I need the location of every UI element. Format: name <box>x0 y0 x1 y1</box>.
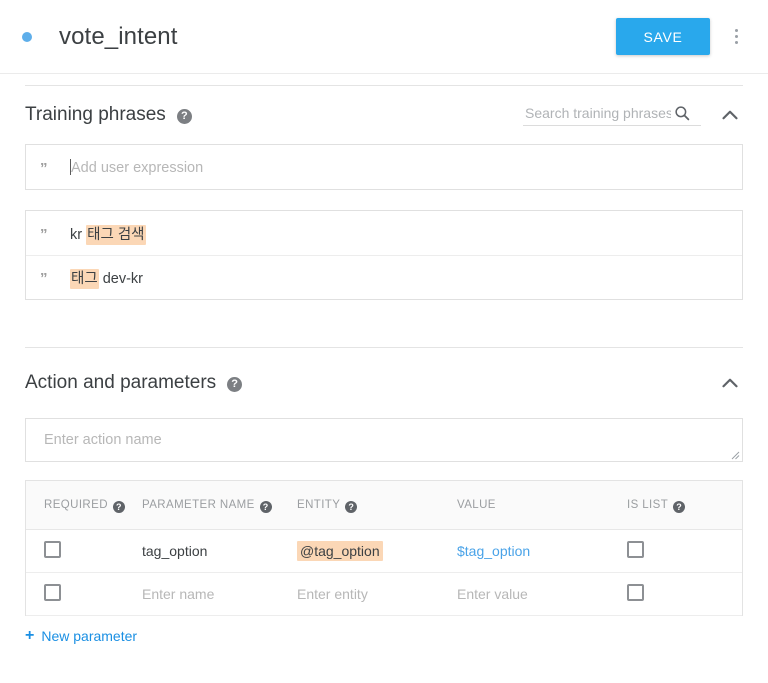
add-expression-placeholder: Add user expression <box>70 158 204 176</box>
help-icon[interactable]: ? <box>345 501 358 513</box>
help-icon[interactable]: ? <box>227 376 243 392</box>
column-header-parameter-name: PARAMETER NAME? <box>124 481 279 530</box>
status-dot <box>22 31 32 42</box>
intent-header: vote_intent SAVE <box>0 0 768 74</box>
cell-is-list <box>609 529 742 573</box>
column-header-value: VALUE <box>439 481 609 530</box>
kebab-dot <box>734 35 738 38</box>
column-header-entity: ENTITY? <box>279 481 439 530</box>
parameter-name-placeholder: Enter name <box>142 586 215 602</box>
phrase-part-highlighted[interactable]: 태그 검색 <box>86 224 146 245</box>
parameter-name-text: tag_option <box>142 543 208 559</box>
cell-value[interactable]: Enter value <box>439 572 609 616</box>
more-options-icon[interactable] <box>722 20 750 54</box>
cell-required <box>26 529 124 573</box>
collapse-action-parameters-icon[interactable] <box>717 370 743 396</box>
column-label: PARAMETER NAME <box>142 499 255 511</box>
collapse-training-phrases-icon[interactable] <box>717 102 743 128</box>
table-header-row: REQUIRED? PARAMETER NAME? ENTITY? VALUE … <box>26 481 742 530</box>
training-phrase-text: kr 태그 검색 <box>70 223 146 245</box>
action-name-input[interactable]: Enter action name <box>25 418 743 462</box>
entity-text: @tag_option <box>297 541 383 561</box>
help-icon[interactable]: ? <box>673 501 686 513</box>
column-label: ENTITY <box>297 499 341 511</box>
add-expression-text: Add user expression <box>71 159 204 176</box>
value-text: $tag_option <box>457 543 531 559</box>
training-phrases-section: Training phrases ? ” Add user expression… <box>0 86 768 300</box>
quote-icon: ” <box>40 159 48 177</box>
training-phrase-row[interactable]: ” 태그 dev-kr <box>26 255 742 299</box>
cell-is-list <box>609 572 742 616</box>
column-label: REQUIRED <box>44 499 108 511</box>
cell-value[interactable]: $tag_option <box>439 529 609 573</box>
quote-icon: ” <box>40 270 48 287</box>
add-expression-card[interactable]: ” Add user expression <box>25 144 743 190</box>
phrase-part: dev-kr <box>98 271 144 287</box>
page-title: vote_intent <box>59 22 178 50</box>
table-row: Enter name Enter entity Enter value <box>26 572 742 616</box>
add-expression-row[interactable]: ” Add user expression <box>26 145 742 189</box>
training-phrases-title: Training phrases <box>25 104 166 125</box>
help-icon[interactable]: ? <box>112 501 125 513</box>
action-name-placeholder: Enter action name <box>44 432 162 448</box>
new-parameter-label: New parameter <box>41 628 138 644</box>
kebab-dot <box>734 29 738 32</box>
table-row: tag_option @tag_option $tag_option <box>26 529 742 573</box>
kebab-dot <box>734 41 738 44</box>
cell-parameter-name[interactable]: tag_option <box>124 529 279 573</box>
resize-handle-icon[interactable] <box>730 450 740 460</box>
is-list-checkbox[interactable] <box>627 541 644 558</box>
help-icon[interactable]: ? <box>259 501 272 513</box>
action-and-parameters-section: Action and parameters ? Enter action nam… <box>0 348 768 644</box>
action-and-parameters-header: Action and parameters ? <box>25 348 743 418</box>
is-list-checkbox[interactable] <box>627 584 644 601</box>
cell-required <box>26 572 124 616</box>
cell-entity[interactable]: @tag_option <box>279 529 439 573</box>
parameters-table: REQUIRED? PARAMETER NAME? ENTITY? VALUE … <box>25 480 743 616</box>
entity-placeholder: Enter entity <box>297 586 368 602</box>
column-label: IS LIST <box>627 499 669 511</box>
training-phrase-row[interactable]: ” kr 태그 검색 <box>26 211 742 255</box>
quote-icon: ” <box>40 225 48 243</box>
save-button[interactable]: SAVE <box>616 18 710 55</box>
new-parameter-button[interactable]: + New parameter <box>25 627 743 645</box>
required-checkbox[interactable] <box>44 541 61 558</box>
column-header-is-list: IS LIST? <box>609 481 742 530</box>
search-input[interactable] <box>523 104 673 122</box>
cell-parameter-name[interactable]: Enter name <box>124 572 279 616</box>
search-training-phrases[interactable] <box>523 104 701 126</box>
phrase-part: kr <box>70 226 87 243</box>
training-phrases-header: Training phrases ? <box>25 86 743 144</box>
column-header-required: REQUIRED? <box>26 481 125 530</box>
training-phrase-text: 태그 dev-kr <box>70 267 144 289</box>
required-checkbox[interactable] <box>44 584 61 601</box>
search-icon[interactable] <box>673 104 691 122</box>
help-icon[interactable]: ? <box>176 108 192 124</box>
cell-entity[interactable]: Enter entity <box>279 572 439 616</box>
phrase-part-highlighted[interactable]: 태그 <box>70 269 99 289</box>
column-label: VALUE <box>457 499 496 511</box>
training-phrases-list: ” kr 태그 검색 ” 태그 dev-kr <box>25 210 743 300</box>
action-and-parameters-title: Action and parameters <box>25 372 217 393</box>
value-placeholder: Enter value <box>457 586 528 602</box>
plus-icon: + <box>25 627 35 644</box>
